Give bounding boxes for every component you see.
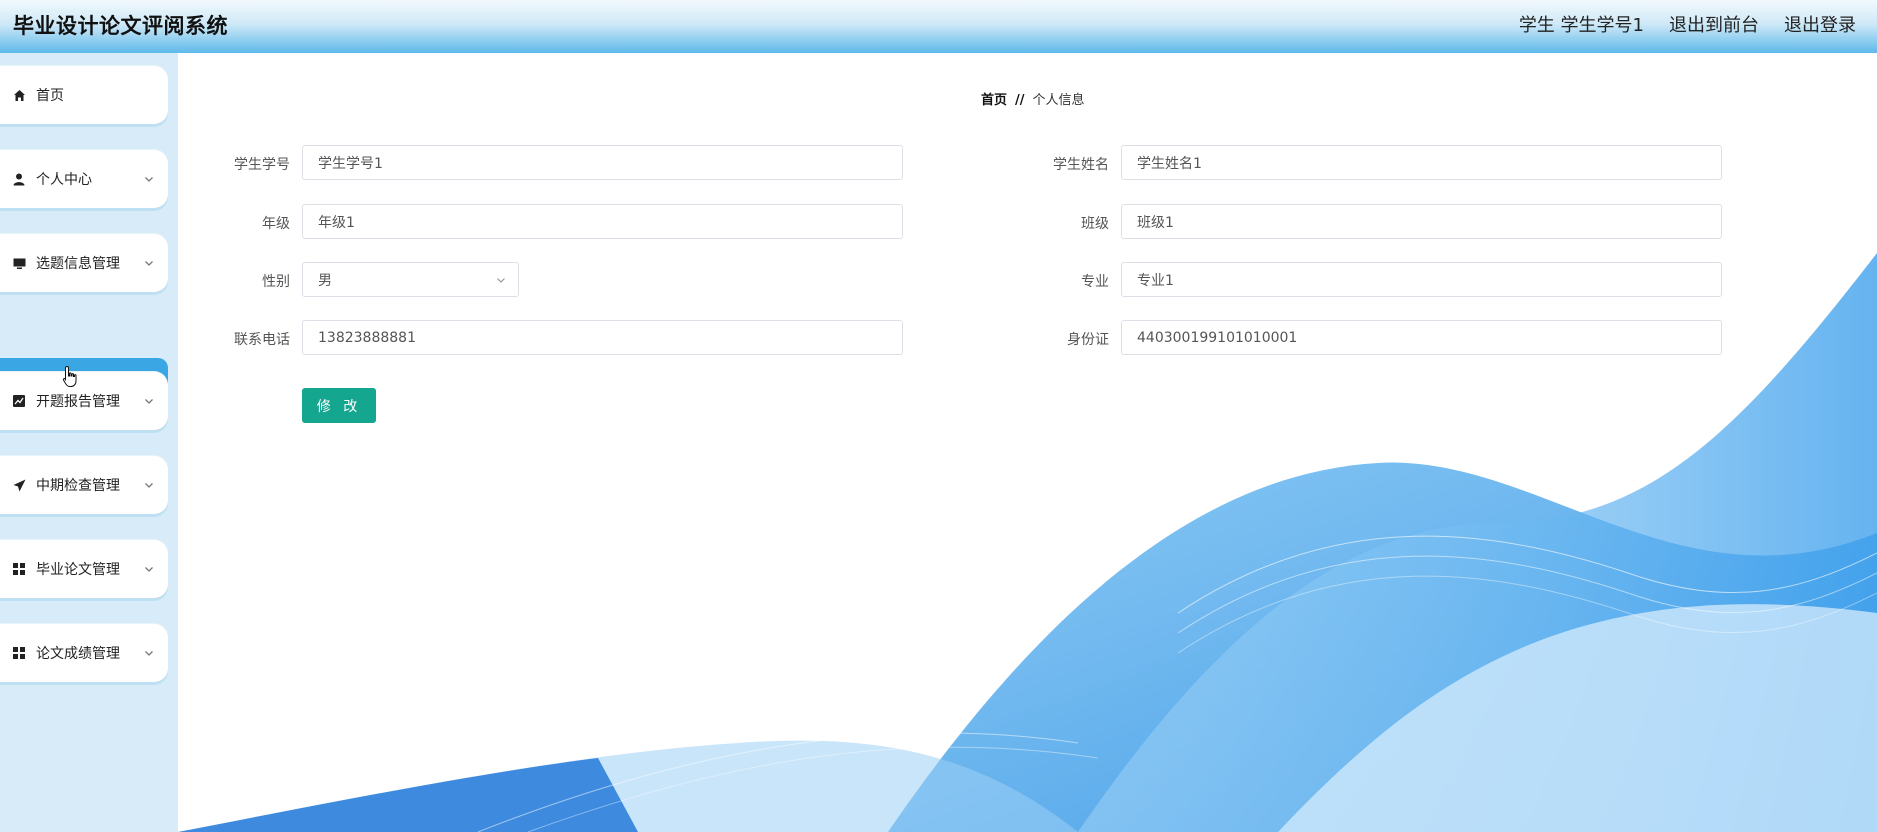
chevron-down-icon <box>144 174 154 184</box>
sidebar-item-label: 中期检查管理 <box>36 478 120 494</box>
grid-icon <box>12 562 26 576</box>
grade-label: 年级 <box>262 216 290 232</box>
sidebar-item-home[interactable]: 首页 <box>0 66 168 124</box>
phone-input[interactable] <box>302 320 903 355</box>
mouse-cursor-icon <box>62 365 77 387</box>
logout-link[interactable]: 退出登录 <box>1784 11 1856 37</box>
student-name-input[interactable] <box>1121 145 1722 180</box>
header-actions: 学生 学生学号1 退出到前台 退出登录 <box>1519 11 1856 37</box>
home-icon <box>12 88 26 102</box>
id-card-input[interactable] <box>1121 320 1722 355</box>
chevron-down-icon <box>144 480 154 490</box>
phone-label: 联系电话 <box>234 332 290 348</box>
sidebar-item-label: 选题信息管理 <box>36 256 120 272</box>
gender-select[interactable]: 男 <box>302 262 519 297</box>
chevron-down-icon <box>144 396 154 406</box>
class-input[interactable] <box>1121 204 1722 239</box>
send-icon <box>12 478 26 492</box>
exit-to-front-link[interactable]: 退出到前台 <box>1669 11 1759 37</box>
breadcrumb: 首页 // 个人信息 <box>981 89 1085 108</box>
sidebar-item-label: 毕业论文管理 <box>36 562 120 578</box>
id-card-label: 身份证 <box>1067 332 1109 348</box>
monitor-icon <box>12 256 26 270</box>
sidebar-item-grade-management[interactable]: 论文成绩管理 <box>0 624 168 682</box>
major-label: 专业 <box>1081 274 1109 290</box>
chevron-down-icon <box>144 648 154 658</box>
sidebar-item-proposal-management[interactable]: 开题报告管理 <box>0 372 168 430</box>
sidebar-item-label: 个人中心 <box>36 172 92 188</box>
major-input[interactable] <box>1121 262 1722 297</box>
student-name-label: 学生姓名 <box>1053 157 1109 173</box>
breadcrumb-current: 个人信息 <box>1032 93 1085 108</box>
user-icon <box>12 172 26 186</box>
gender-label: 性别 <box>262 274 290 290</box>
main-content: 首页 // 个人信息 学生学号 学生姓名 年级 班级 性别 男 专业 联系电话 身份… <box>178 53 1877 832</box>
sidebar-item-thesis-management[interactable]: 毕业论文管理 <box>0 540 168 598</box>
chart-icon <box>12 394 26 408</box>
chevron-down-icon <box>144 564 154 574</box>
sidebar-item-label: 开题报告管理 <box>36 394 120 410</box>
breadcrumb-separator: // <box>1015 93 1025 108</box>
sidebar-item-topic-management[interactable]: 选题信息管理 <box>0 234 168 292</box>
sidebar-item-label: 论文成绩管理 <box>36 646 120 662</box>
class-label: 班级 <box>1081 216 1109 232</box>
sidebar-item-label: 首页 <box>36 88 64 104</box>
sidebar: 首页 个人中心 选题信息管理 选题信息 开题报告管理 中期检查管理 <box>0 53 178 832</box>
breadcrumb-home[interactable]: 首页 <box>981 93 1007 108</box>
top-header: 毕业设计论文评阅系统 学生 学生学号1 退出到前台 退出登录 <box>0 0 1877 53</box>
sidebar-item-midterm-management[interactable]: 中期检查管理 <box>0 456 168 514</box>
student-no-label: 学生学号 <box>234 157 290 173</box>
chevron-down-icon <box>496 275 506 285</box>
student-no-input[interactable] <box>302 145 903 180</box>
grade-input[interactable] <box>302 204 903 239</box>
sidebar-item-personal-center[interactable]: 个人中心 <box>0 150 168 208</box>
current-user-label: 学生 学生学号1 <box>1518 15 1644 36</box>
update-button[interactable]: 修 改 <box>302 388 376 423</box>
grid-icon <box>12 646 26 660</box>
app-title: 毕业设计论文评阅系统 <box>13 14 228 38</box>
chevron-down-icon <box>144 258 154 268</box>
gender-select-value: 男 <box>318 272 332 289</box>
